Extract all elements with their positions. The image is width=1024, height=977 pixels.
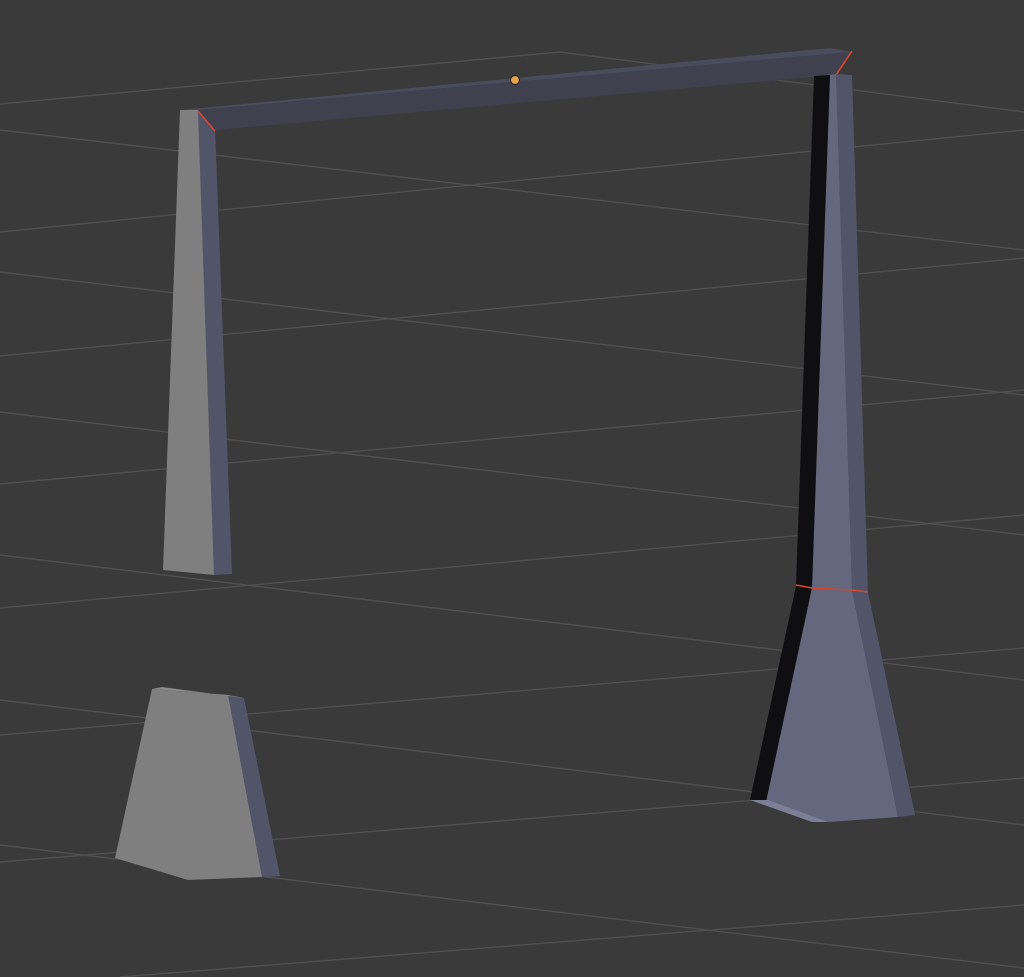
- grid-line: [0, 257, 1024, 357]
- left-post[interactable]: [163, 110, 232, 575]
- grid-line: [0, 129, 1024, 251]
- top-beam[interactable]: [180, 48, 853, 132]
- 3d-viewport[interactable]: [0, 0, 1024, 977]
- grid-line: [0, 514, 1024, 609]
- grid-line: [0, 271, 1024, 396]
- right-base[interactable]: [750, 584, 915, 822]
- viewport-canvas[interactable]: [0, 0, 1024, 977]
- top-beam-front-face: [198, 52, 852, 130]
- object-origin-icon[interactable]: [509, 74, 521, 86]
- grid-line: [0, 389, 1024, 485]
- grid-line: [0, 411, 1024, 536]
- left-base[interactable]: [115, 687, 280, 880]
- grid-line: [119, 904, 1024, 977]
- grid-line: [0, 129, 1024, 233]
